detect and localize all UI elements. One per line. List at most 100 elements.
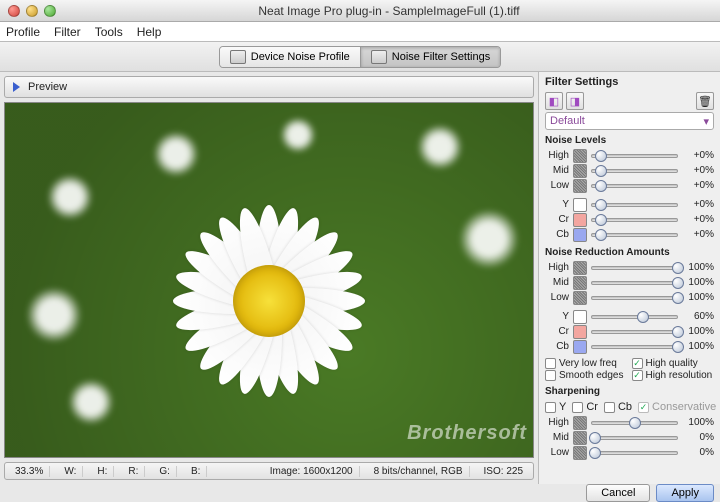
sharpening-row-high: High 100%	[545, 415, 714, 430]
mode-tabs: Device Noise Profile Noise Filter Settin…	[219, 46, 501, 68]
swatch-icon	[573, 198, 587, 212]
swatch-icon	[573, 261, 587, 275]
slider[interactable]	[591, 165, 678, 177]
reduction-row-high: High 100%	[545, 260, 714, 275]
noise-level-row-high: High +0%	[545, 148, 714, 163]
profile-icon	[230, 50, 246, 64]
slider-value: +0%	[682, 180, 714, 191]
preset-next-button[interactable]: ◨	[566, 92, 584, 110]
slider-value: +0%	[682, 150, 714, 161]
slider-label: Mid	[545, 165, 569, 176]
slider-label: High	[545, 262, 569, 273]
tab-device-noise-profile[interactable]: Device Noise Profile	[220, 47, 360, 67]
titlebar: Neat Image Pro plug-in - SampleImageFull…	[0, 0, 720, 22]
swatch-icon	[573, 276, 587, 290]
zoom-icon[interactable]	[44, 5, 56, 17]
menu-tools[interactable]: Tools	[95, 25, 123, 39]
status-w: W:	[58, 466, 83, 477]
menu-filter[interactable]: Filter	[54, 25, 81, 39]
status-zoom[interactable]: 33.3%	[9, 466, 50, 477]
reduction-row-mid: Mid100%	[545, 275, 714, 290]
slider-label: High	[545, 150, 569, 161]
minimize-icon[interactable]	[26, 5, 38, 17]
sharpening-title: Sharpening	[545, 386, 714, 397]
preview-bar[interactable]: Preview	[4, 76, 534, 98]
slider[interactable]	[591, 292, 678, 304]
close-icon[interactable]	[8, 5, 20, 17]
swatch-icon	[573, 213, 587, 227]
slider[interactable]	[591, 447, 678, 459]
settings-icon	[371, 50, 387, 64]
reduction-row-low: Low 100%	[545, 290, 714, 305]
sharp-y[interactable]: Y	[545, 401, 566, 413]
status-bar: 33.3% W: H: R: G: B: Image: 1600x1200 8 …	[4, 462, 534, 480]
slider[interactable]	[591, 199, 678, 211]
slider-value: +0%	[682, 199, 714, 210]
check-very-low-freq[interactable]: Very low freq	[545, 358, 628, 369]
preset-prev-button[interactable]: ◧	[545, 92, 563, 110]
menu-profile[interactable]: Profile	[6, 25, 40, 39]
noise-level-row-low: Low +0%	[545, 178, 714, 193]
status-h: H:	[91, 466, 114, 477]
reduction-row-y: Y 60%	[545, 309, 714, 324]
slider[interactable]	[591, 417, 678, 429]
play-icon	[13, 82, 20, 92]
slider-label: Cr	[545, 326, 569, 337]
reduction-title: Noise Reduction Amounts	[545, 247, 714, 258]
slider-value: +0%	[682, 229, 714, 240]
slider[interactable]	[591, 214, 678, 226]
sharp-conservative[interactable]: ✓Conservative	[638, 401, 716, 413]
swatch-icon	[573, 164, 587, 178]
check-high-resolution[interactable]: ✓High resolution	[632, 370, 715, 381]
status-b: B:	[185, 466, 207, 477]
slider[interactable]	[591, 150, 678, 162]
menubar: Profile Filter Tools Help	[0, 22, 720, 42]
slider-label: Low	[545, 292, 569, 303]
check-smooth-edges[interactable]: Smooth edges	[545, 370, 628, 381]
slider[interactable]	[591, 341, 678, 353]
filter-settings-panel: Filter Settings ◧ ◨ 🗑 Default▾ Noise Lev…	[538, 72, 720, 484]
noise-levels-title: Noise Levels	[545, 135, 714, 146]
slider[interactable]	[591, 180, 678, 192]
status-bits: 8 bits/channel, RGB	[368, 466, 470, 477]
tab-noise-filter-settings[interactable]: Noise Filter Settings	[360, 47, 500, 67]
menu-help[interactable]: Help	[137, 25, 162, 39]
slider-label: Y	[545, 311, 569, 322]
slider-value: 60%	[682, 311, 714, 322]
slider[interactable]	[591, 262, 678, 274]
flower	[154, 186, 384, 416]
preview-label: Preview	[28, 81, 67, 93]
cancel-button[interactable]: Cancel	[586, 484, 650, 502]
slider-value: 100%	[682, 262, 714, 273]
status-iso: ISO: 225	[478, 466, 529, 477]
slider-value: 0%	[682, 432, 714, 443]
apply-button[interactable]: Apply	[656, 484, 714, 502]
slider[interactable]	[591, 277, 678, 289]
reduction-row-cr: Cr100%	[545, 324, 714, 339]
slider[interactable]	[591, 326, 678, 338]
preset-dropdown[interactable]: Default▾	[545, 112, 714, 130]
window-controls	[8, 5, 56, 17]
check-high-quality[interactable]: ✓High quality	[632, 358, 715, 369]
sharp-cb[interactable]: Cb	[604, 401, 632, 413]
slider[interactable]	[591, 229, 678, 241]
slider[interactable]	[591, 432, 678, 444]
toolbar: Device Noise Profile Noise Filter Settin…	[0, 42, 720, 72]
swatch-icon	[573, 431, 587, 445]
preview-image[interactable]: Brothersoft	[4, 102, 534, 458]
slider-value: 100%	[682, 292, 714, 303]
slider-label: Mid	[545, 432, 569, 443]
sharpening-row-low: Low0%	[545, 445, 714, 460]
slider-value: 0%	[682, 447, 714, 458]
noise-level-row-cb: Cb+0%	[545, 227, 714, 242]
slider-label: Low	[545, 180, 569, 191]
dialog-footer: Cancel Apply	[0, 484, 720, 502]
slider-value: 100%	[682, 417, 714, 428]
noise-level-row-cr: Cr+0%	[545, 212, 714, 227]
slider[interactable]	[591, 311, 678, 323]
swatch-icon	[573, 149, 587, 163]
slider-label: High	[545, 417, 569, 428]
window-title: Neat Image Pro plug-in - SampleImageFull…	[66, 4, 712, 18]
trash-button[interactable]: 🗑	[696, 92, 714, 110]
sharp-cr[interactable]: Cr	[572, 401, 598, 413]
